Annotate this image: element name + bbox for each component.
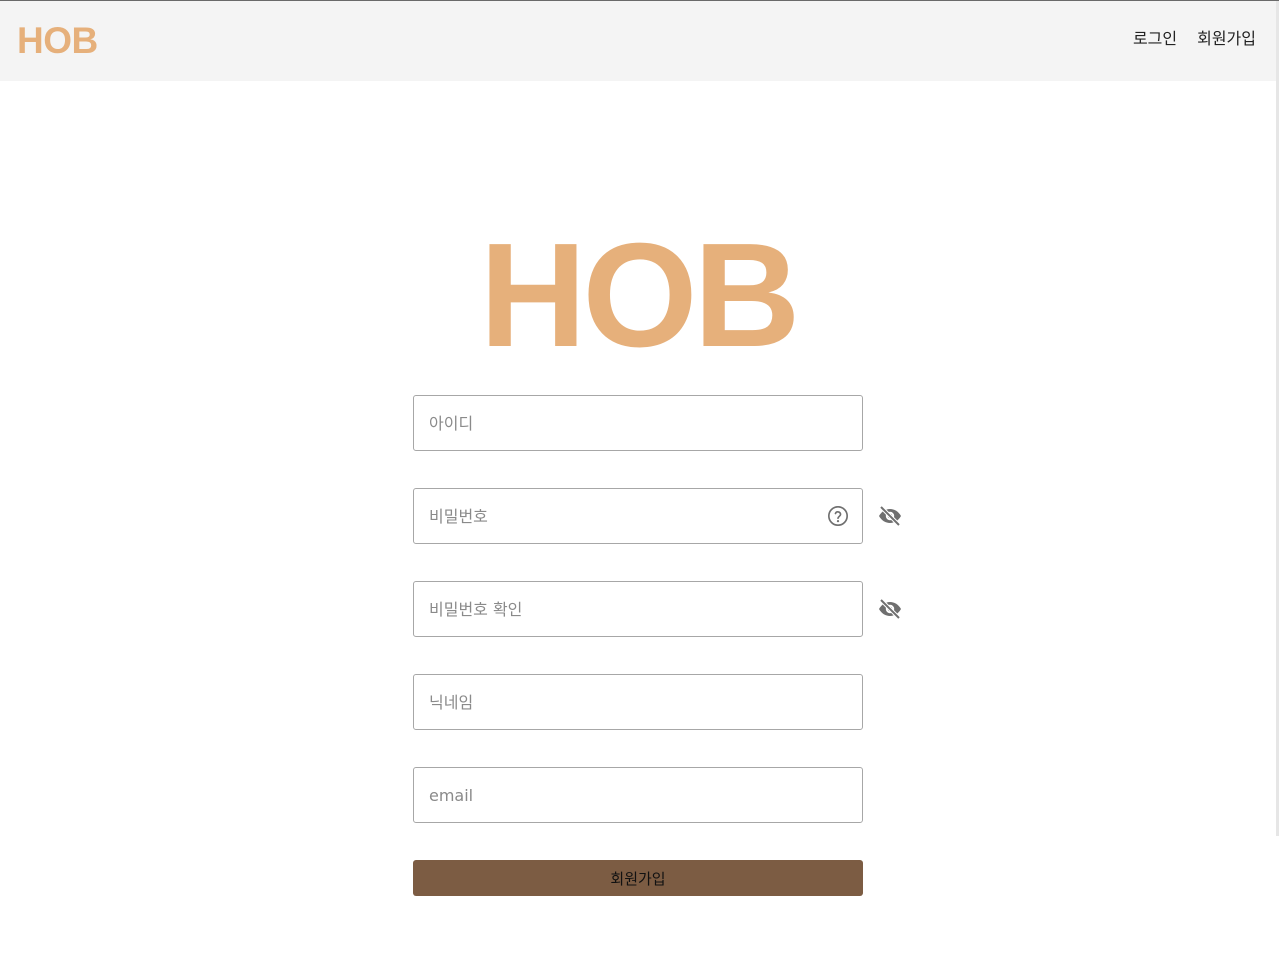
id-input[interactable] (414, 396, 862, 450)
header-logo[interactable]: HOB (17, 19, 98, 63)
email-input[interactable] (414, 768, 862, 822)
signup-submit-button[interactable]: 회원가입 (413, 860, 863, 896)
password-field (413, 488, 863, 544)
signup-page: HOB 로그인 회원가입 HOB 아이디 닉네임 email 회원가입 (0, 0, 1279, 977)
main-logo: HOB (479, 213, 801, 378)
password-confirm-input[interactable] (414, 582, 862, 636)
nav-login-link[interactable]: 로그인 (1133, 28, 1177, 50)
password-visibility-toggle-icon[interactable] (878, 504, 902, 528)
nickname-input[interactable] (414, 675, 862, 729)
email-field (413, 767, 863, 823)
id-field (413, 395, 863, 451)
header-nav: 로그인 회원가입 (1133, 28, 1256, 50)
password-confirm-visibility-toggle-icon[interactable] (878, 597, 902, 621)
nickname-field (413, 674, 863, 730)
help-circle-icon[interactable] (827, 505, 849, 527)
top-header: HOB 로그인 회원가입 (0, 1, 1276, 81)
password-confirm-field (413, 581, 863, 637)
password-input[interactable] (414, 489, 862, 543)
nav-signup-link[interactable]: 회원가입 (1197, 28, 1256, 50)
